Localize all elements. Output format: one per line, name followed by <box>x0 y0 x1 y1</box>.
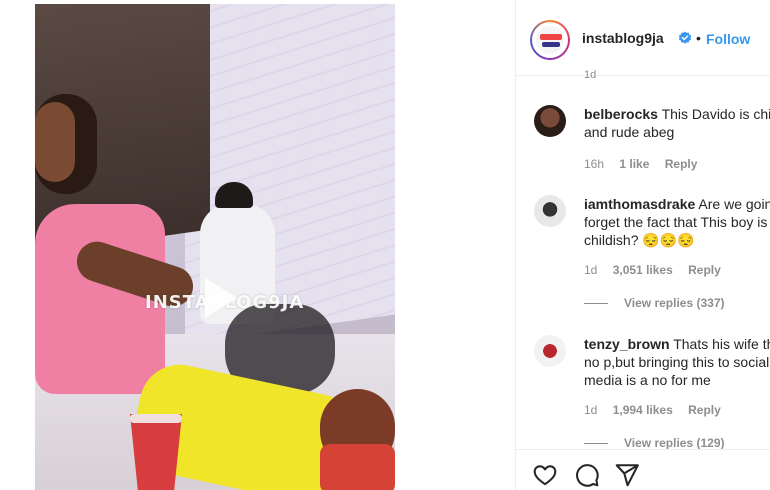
comment-body-line: Thats his wife there <box>673 336 770 352</box>
comment-meta: 1d 3,051 likes Reply <box>584 263 733 277</box>
comment-body-line: Are we going to <box>698 196 770 212</box>
comment-likes[interactable]: 1,994 likes <box>613 403 673 417</box>
verified-badge-icon <box>678 31 692 44</box>
heart-icon[interactable] <box>532 462 558 488</box>
comment-body-line-3: media is a no for me <box>584 372 711 388</box>
post-header: instablog9ja • Follow 1d <box>516 0 770 81</box>
commenter-avatar[interactable] <box>534 105 566 137</box>
comment-text: iamthomasdrake Are we going to <box>584 195 770 213</box>
video-scene-hat <box>215 182 253 208</box>
commenter-avatar[interactable] <box>534 335 566 367</box>
comment-username[interactable]: tenzy_brown <box>584 336 670 352</box>
comment-body-line-2: no p,but bringing this to social <box>584 354 770 370</box>
view-replies-button[interactable]: View replies (337) <box>584 296 725 310</box>
comment-likes[interactable]: 3,051 likes <box>613 263 673 277</box>
comment-body-line-3: childish? 😔😔😔 <box>584 232 695 248</box>
share-icon[interactable] <box>614 462 640 488</box>
play-button[interactable] <box>185 266 249 330</box>
comment-reply-button[interactable]: Reply <box>688 263 721 277</box>
follow-button[interactable]: Follow <box>706 31 750 47</box>
video-scene-red-cup <box>130 414 182 490</box>
play-icon <box>205 278 237 318</box>
view-replies-label: View replies (337) <box>624 296 725 310</box>
view-replies-button[interactable]: View replies (129) <box>584 436 725 449</box>
view-replies-label: View replies (129) <box>624 436 725 449</box>
comment-icon[interactable] <box>574 462 600 488</box>
comment-text: tenzy_brown Thats his wife there <box>584 335 770 353</box>
video-scene-red-cloth <box>320 444 395 490</box>
comment-likes[interactable]: 1 like <box>619 157 649 171</box>
replies-divider <box>584 303 608 305</box>
author-avatar[interactable] <box>530 20 570 60</box>
video-scene-cup-rim <box>130 414 182 423</box>
comment-time: 1d <box>584 263 598 277</box>
comment-meta: 1d 1,994 likes Reply <box>584 403 733 417</box>
post-video[interactable]: INSTABLOG9JA <box>35 4 395 490</box>
comment-username[interactable]: belberocks <box>584 106 658 122</box>
comment-username[interactable]: iamthomasdrake <box>584 196 695 212</box>
comment-reply-button[interactable]: Reply <box>688 403 721 417</box>
commenter-avatar[interactable] <box>534 195 566 227</box>
author-username[interactable]: instablog9ja <box>582 30 664 46</box>
comment-time: 1d <box>584 403 598 417</box>
post-action-bar <box>516 449 770 490</box>
comment-body-line-2: forget the fact that This boy is <box>584 214 768 230</box>
comment-text: belberocks This Davido is childish <box>584 105 770 123</box>
comment-reply-button[interactable]: Reply <box>665 157 698 171</box>
comment-body-line-2: and rude abeg <box>584 124 675 140</box>
instagram-post-page: INSTABLOG9JA instablog9ja • Follow <box>0 0 770 490</box>
comments-list[interactable]: belberocks This Davido is childish and r… <box>516 77 770 449</box>
replies-divider <box>584 443 608 445</box>
comment-meta: 16h 1 like Reply <box>584 157 709 171</box>
comment-body-line: This Davido is childish <box>661 106 770 122</box>
author-avatar-image <box>532 22 568 58</box>
header-separator: • <box>696 30 701 46</box>
comment-time: 16h <box>584 157 605 171</box>
video-scene-face <box>35 102 75 182</box>
post-side-panel: instablog9ja • Follow 1d belberocks This… <box>515 0 770 490</box>
